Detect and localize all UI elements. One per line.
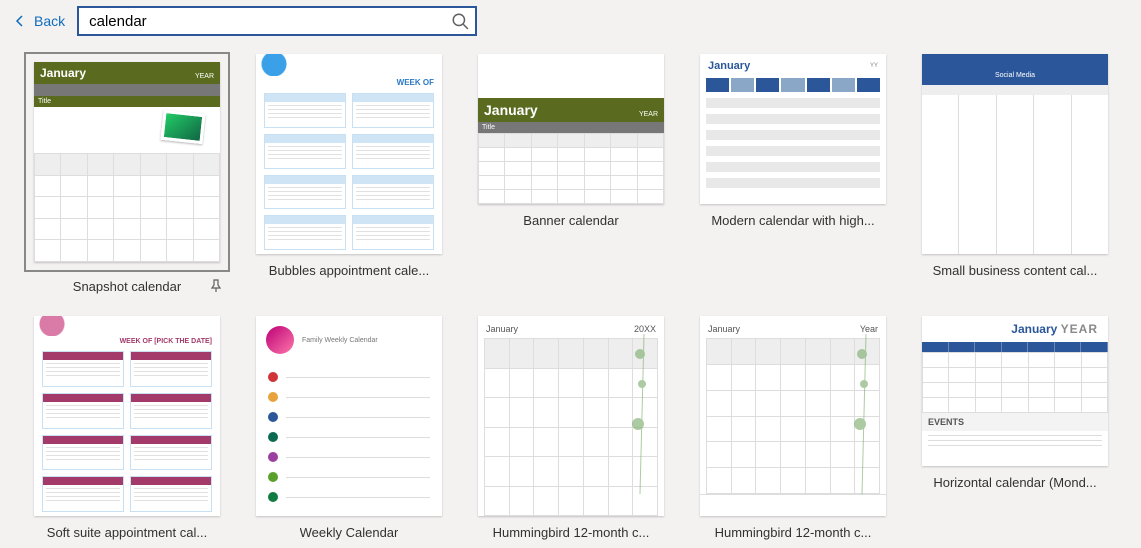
template-card-softsuite[interactable]: WEEK OF [PICK THE DATE] Soft suite appoi… — [22, 314, 232, 546]
template-label: Horizontal calendar (Mond... — [933, 475, 1096, 490]
search-icon[interactable] — [451, 12, 469, 30]
back-button[interactable]: Back — [12, 13, 65, 29]
thumb-weekly-title: Family Weekly Calendar — [302, 337, 378, 344]
thumb-year: YEAR — [639, 111, 658, 118]
thumb-weekof: WEEK OF — [256, 76, 442, 89]
template-grid: January YEAR Title Snapshot calendar WEEK… — [0, 46, 1141, 546]
template-label: Hummingbird 12-month c... — [493, 525, 650, 540]
thumb-month: January — [484, 102, 538, 118]
thumb-title: Title — [34, 96, 220, 107]
template-card-banner[interactable]: January YEAR Title Banner calendar — [466, 52, 676, 300]
thumb-year: YEAR — [195, 73, 214, 80]
template-card-hummingbird-a[interactable]: January 20XX Hummingbird 12-month c... — [466, 314, 676, 546]
pin-icon[interactable] — [208, 278, 224, 294]
thumb-year: YEAR — [1061, 322, 1098, 336]
template-card-modern[interactable]: January YY Modern calendar with high... — [688, 52, 898, 300]
template-label: Banner calendar — [523, 213, 618, 228]
back-label: Back — [34, 13, 65, 29]
thumb-month: January — [708, 60, 750, 72]
template-card-snapshot[interactable]: January YEAR Title Snapshot calendar — [22, 52, 232, 300]
template-card-horizontal[interactable]: January YEAR EVENTS Horizontal calendar … — [910, 314, 1120, 546]
template-label: Weekly Calendar — [300, 525, 399, 540]
template-card-smallbiz[interactable]: Social Media Small business content cal.… — [910, 52, 1120, 300]
header: Back — [0, 0, 1141, 46]
template-label: Small business content cal... — [933, 263, 1098, 278]
template-label: Soft suite appointment cal... — [47, 525, 207, 540]
thumb-events: EVENTS — [922, 413, 1108, 431]
thumb-year: Year — [860, 324, 878, 334]
template-card-bubbles[interactable]: WEEK OF Bubbles appointment cale... — [244, 52, 454, 300]
thumb-yy: YY — [870, 63, 878, 69]
search-input[interactable] — [77, 6, 477, 36]
thumb-photo — [161, 110, 206, 144]
template-label: Modern calendar with high... — [711, 213, 874, 228]
thumb-month: January — [40, 66, 86, 80]
hummingbird-icon — [612, 334, 652, 494]
template-label: Hummingbird 12-month c... — [715, 525, 872, 540]
template-label: Snapshot calendar — [73, 279, 181, 294]
template-card-weekly[interactable]: Family Weekly Calendar Weekly Calendar — [244, 314, 454, 546]
thumb-avatar — [266, 326, 294, 354]
hummingbird-icon — [834, 334, 874, 494]
search-box — [77, 6, 477, 36]
thumb-year: 20XX — [634, 324, 656, 334]
thumb-month: January — [708, 324, 740, 334]
thumb-month: January — [486, 324, 518, 334]
thumb-title: Title — [478, 122, 664, 133]
thumb-grid — [34, 153, 220, 262]
template-card-hummingbird-b[interactable]: January Year Hummingbird 12-month c... — [688, 314, 898, 546]
thumb-pinkweek: WEEK OF [PICK THE DATE] — [34, 336, 220, 347]
template-label: Bubbles appointment cale... — [269, 263, 429, 278]
thumb-social: Social Media — [995, 72, 1035, 79]
thumb-month: January — [1011, 322, 1057, 336]
back-arrow-icon — [12, 13, 28, 29]
